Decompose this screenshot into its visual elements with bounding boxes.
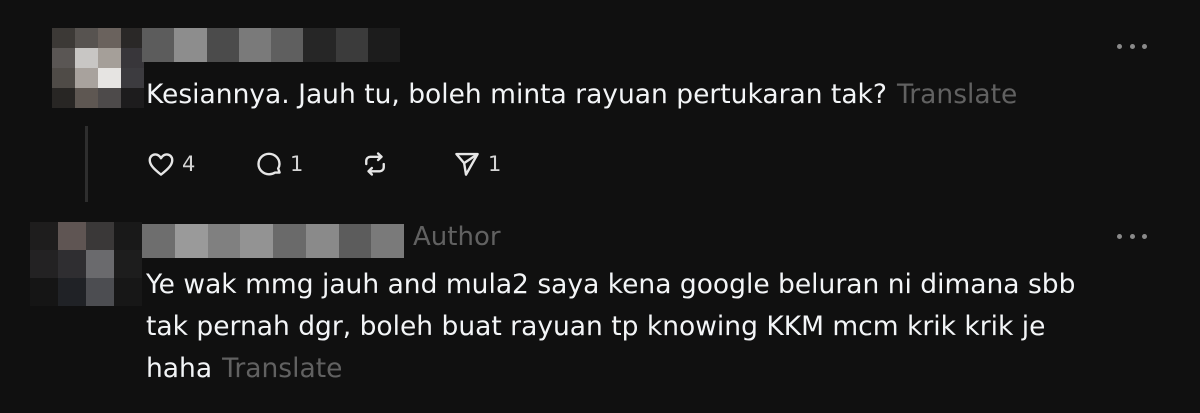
username-blurred[interactable] (142, 28, 400, 62)
comment-text: Kesiannya. Jauh tu, boleh minta rayuan p… (146, 79, 887, 110)
translate-link[interactable]: Translate (222, 353, 342, 384)
send-icon (452, 149, 482, 179)
comment-body: Kesiannya. Jauh tu, boleh minta rayuan p… (146, 74, 1017, 116)
more-options-icon[interactable] (1117, 229, 1147, 243)
like-count: 4 (182, 152, 196, 176)
translate-link[interactable]: Translate (897, 79, 1017, 110)
share-count: 1 (488, 152, 502, 176)
like-button[interactable]: 4 (146, 146, 195, 182)
heart-icon (146, 149, 176, 179)
thread-line (85, 126, 88, 202)
speech-bubble-icon (254, 149, 284, 179)
repost-button[interactable] (360, 146, 390, 182)
comment-text-line: Ye wak mmg jauh and mula2 saya kena goog… (146, 269, 1076, 300)
more-options-icon[interactable] (1117, 39, 1147, 53)
reply-count: 1 (290, 152, 304, 176)
author-badge: Author (413, 222, 501, 252)
comment-text-line: haha (146, 353, 213, 384)
comment-text-line: tak pernah dgr, boleh buat rayuan tp kno… (146, 311, 1046, 342)
repost-icon (360, 149, 390, 179)
comment-body: Ye wak mmg jauh and mula2 saya kena goog… (146, 264, 1075, 390)
avatar[interactable] (30, 222, 142, 306)
avatar[interactable] (52, 28, 144, 108)
username-blurred[interactable] (142, 224, 404, 258)
share-button[interactable]: 1 (452, 146, 501, 182)
comment-last-line: haha Translate (146, 348, 1075, 390)
reply-button[interactable]: 1 (254, 146, 303, 182)
